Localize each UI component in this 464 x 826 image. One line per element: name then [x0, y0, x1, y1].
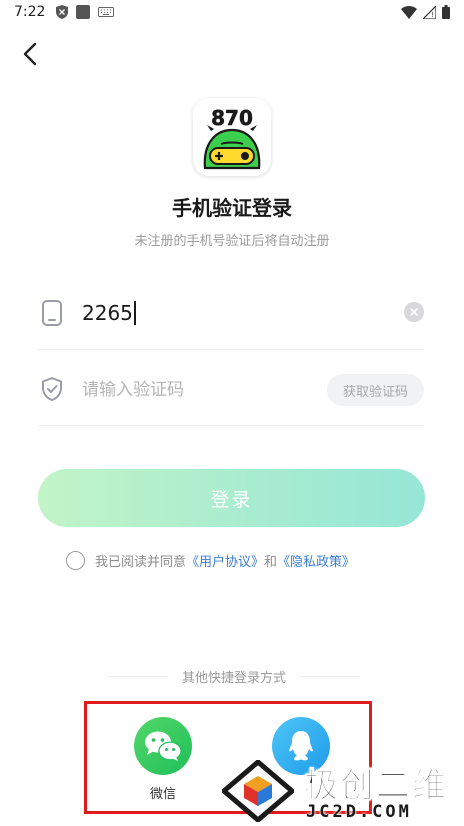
login-button[interactable]: 登录: [38, 469, 425, 527]
status-time: 7:22: [14, 4, 46, 20]
privacy-policy-link[interactable]: 《隐私政策》: [277, 551, 355, 570]
shield-check-icon: [42, 377, 62, 401]
phone-icon: [42, 300, 62, 326]
watermark-logo-icon: [222, 760, 294, 822]
page-title: 手机验证登录: [172, 196, 292, 220]
back-arrow-icon: [23, 42, 37, 66]
clear-icon: [410, 308, 418, 316]
get-code-button[interactable]: 获取验证码: [327, 374, 424, 406]
clear-button[interactable]: [404, 302, 424, 322]
agreement-prefix: 我已阅读并同意: [95, 554, 187, 570]
battery-icon: [442, 5, 450, 19]
phone-input-value: 2265: [82, 301, 133, 325]
phone-input[interactable]: 2265: [82, 298, 136, 328]
watermark: 极创二维 JC2D.COM: [212, 752, 464, 826]
wifi-icon: [401, 5, 417, 19]
phone-field-row: 2265: [38, 276, 424, 350]
app-logo-text: 870: [211, 106, 253, 130]
page-subtitle: 未注册的手机号验证后将自动注册: [134, 234, 330, 249]
keyboard-icon: [98, 7, 114, 17]
other-login-label: 其他快捷登录方式: [182, 670, 287, 686]
agreement-row: 我已阅读并同意 《用户协议》 和 《隐私政策》: [66, 549, 355, 571]
shield-icon: [56, 5, 68, 19]
code-field-row: 获取验证码: [38, 352, 424, 426]
back-button[interactable]: [14, 38, 46, 70]
signal-icon: !: [423, 5, 436, 19]
user-agreement-link[interactable]: 《用户协议》: [186, 551, 264, 570]
svg-text:!: !: [431, 11, 434, 19]
watermark-domain: JC2D.COM: [306, 802, 412, 822]
divider-line-left: [108, 675, 168, 677]
code-input[interactable]: [82, 376, 302, 404]
square-notification-icon: [76, 5, 90, 19]
agree-checkbox[interactable]: [66, 550, 85, 570]
agreement-and: 和: [264, 554, 278, 570]
watermark-brand: 极创二维: [304, 766, 448, 807]
divider-line-right: [300, 675, 361, 677]
app-logo: 870: [193, 98, 271, 176]
status-bar: 7:22 !: [0, 0, 464, 26]
text-caret: [133, 301, 136, 325]
other-login-divider: 其他快捷登录方式: [108, 666, 361, 686]
